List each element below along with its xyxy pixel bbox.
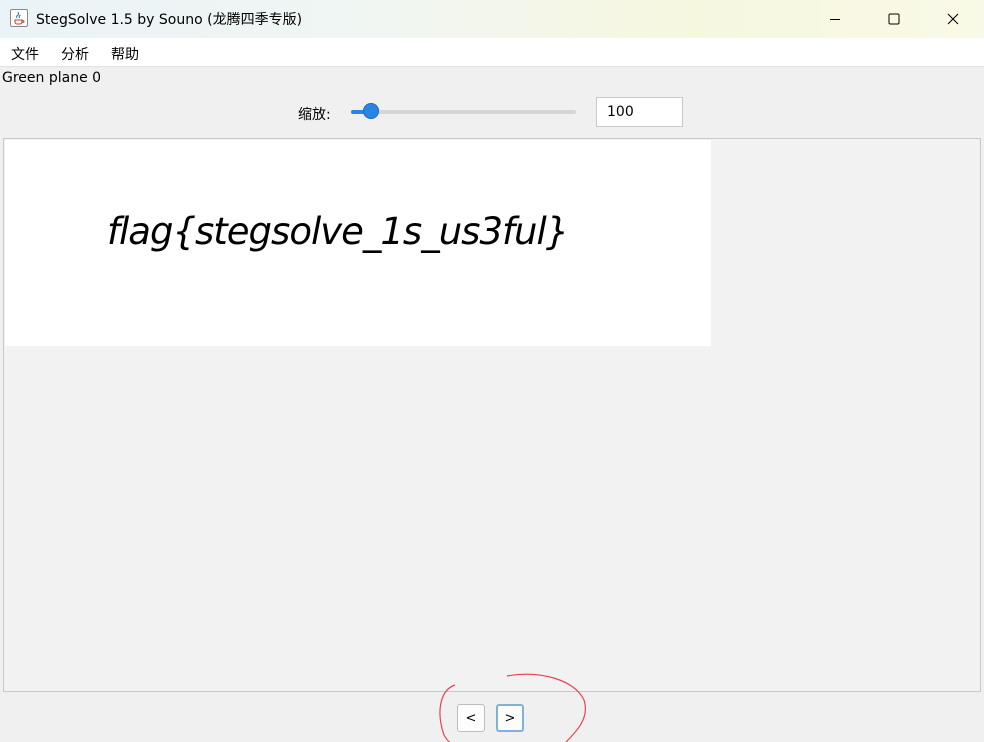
zoom-slider-track[interactable]	[351, 110, 576, 114]
close-icon	[947, 13, 959, 25]
window-title: StegSolve 1.5 by Souno (龙腾四季专版)	[36, 12, 303, 28]
menu-analyse[interactable]: 分析	[61, 44, 89, 64]
prev-button[interactable]: <	[457, 704, 485, 732]
zoom-slider-thumb[interactable]	[363, 103, 380, 119]
maximize-button[interactable]	[865, 0, 923, 38]
maximize-icon	[888, 13, 900, 25]
image-canvas: flag{stegsolve_1s_us3ful}	[5, 140, 711, 346]
image-text: flag{stegsolve_1s_us3ful}	[107, 210, 569, 253]
next-button[interactable]: >	[496, 704, 524, 732]
zoom-label: 缩放:	[298, 107, 331, 123]
java-app-icon	[10, 9, 28, 27]
minimize-icon	[830, 19, 840, 20]
close-button[interactable]	[924, 0, 982, 38]
menu-bar: 文件 分析 帮助	[0, 38, 984, 67]
title-bar: StegSolve 1.5 by Souno (龙腾四季专版)	[0, 0, 984, 38]
menu-help[interactable]: 帮助	[111, 44, 139, 64]
minimize-button[interactable]	[806, 0, 864, 38]
image-viewer[interactable]: flag{stegsolve_1s_us3ful}	[3, 138, 981, 692]
zoom-input[interactable]	[596, 97, 683, 127]
menu-file[interactable]: 文件	[11, 44, 39, 64]
plane-label: Green plane 0	[2, 70, 102, 86]
